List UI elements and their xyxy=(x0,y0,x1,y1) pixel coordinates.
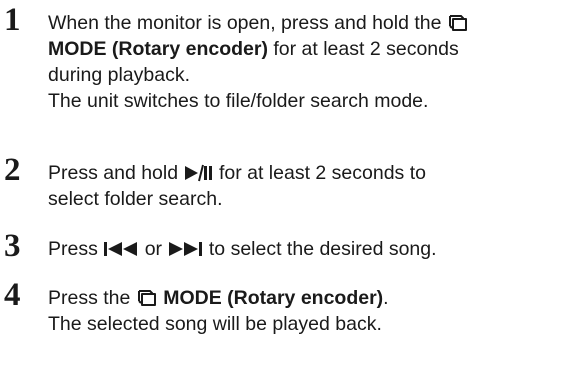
step-line: Press the MODE (Rotary encoder). xyxy=(48,285,389,311)
step-text-run: Press the xyxy=(48,287,131,309)
step-line: The selected song will be played back. xyxy=(48,311,389,337)
step-text-run: Press xyxy=(48,238,98,260)
step-number: 4 xyxy=(4,277,21,313)
next-icon xyxy=(167,240,203,258)
step-text-run: select folder search. xyxy=(48,188,223,210)
step-text-run: or xyxy=(144,238,163,260)
step-line: MODE (Rotary encoder) for at least 2 sec… xyxy=(48,36,469,62)
step-text-run: during playback. xyxy=(48,64,191,86)
step-text: When the monitor is open, press and hold… xyxy=(48,10,469,114)
step-number: 2 xyxy=(4,152,21,188)
step-text-run: . xyxy=(383,287,389,309)
step-line: Press and hold for at least 2 seconds to xyxy=(48,160,426,186)
step-text-run: to select the desired song. xyxy=(208,238,437,260)
step-number: 1 xyxy=(4,2,21,38)
mode-icon xyxy=(136,287,158,307)
mode-label: MODE (Rotary encoder) xyxy=(48,38,268,60)
step-text-run: The selected song will be played back. xyxy=(48,313,382,335)
step-text-run: Press and hold xyxy=(48,162,179,184)
step-line: select folder search. xyxy=(48,186,426,212)
step-line: during playback. xyxy=(48,62,469,88)
step-line: When the monitor is open, press and hold… xyxy=(48,10,469,36)
step-text-run: for at least 2 seconds to xyxy=(218,162,426,184)
mode-icon xyxy=(447,12,469,32)
step-line: Press or to select the desired song. xyxy=(48,236,437,262)
previous-icon xyxy=(103,240,139,258)
step-text-run: for at least 2 seconds xyxy=(273,38,459,60)
step-text: Press the MODE (Rotary encoder). The sel… xyxy=(48,285,389,337)
step-text: Press and hold for at least 2 seconds to… xyxy=(48,160,426,212)
step-number: 3 xyxy=(4,228,21,264)
step-text-run: When the monitor is open, press and hold… xyxy=(48,12,442,34)
mode-label: MODE (Rotary encoder) xyxy=(163,287,384,309)
step-text-run: The unit switches to file/folder search … xyxy=(48,90,429,112)
play-pause-icon xyxy=(184,164,214,182)
step-line: The unit switches to file/folder search … xyxy=(48,88,469,114)
step-text: Press or to select the desired song. xyxy=(48,236,437,262)
